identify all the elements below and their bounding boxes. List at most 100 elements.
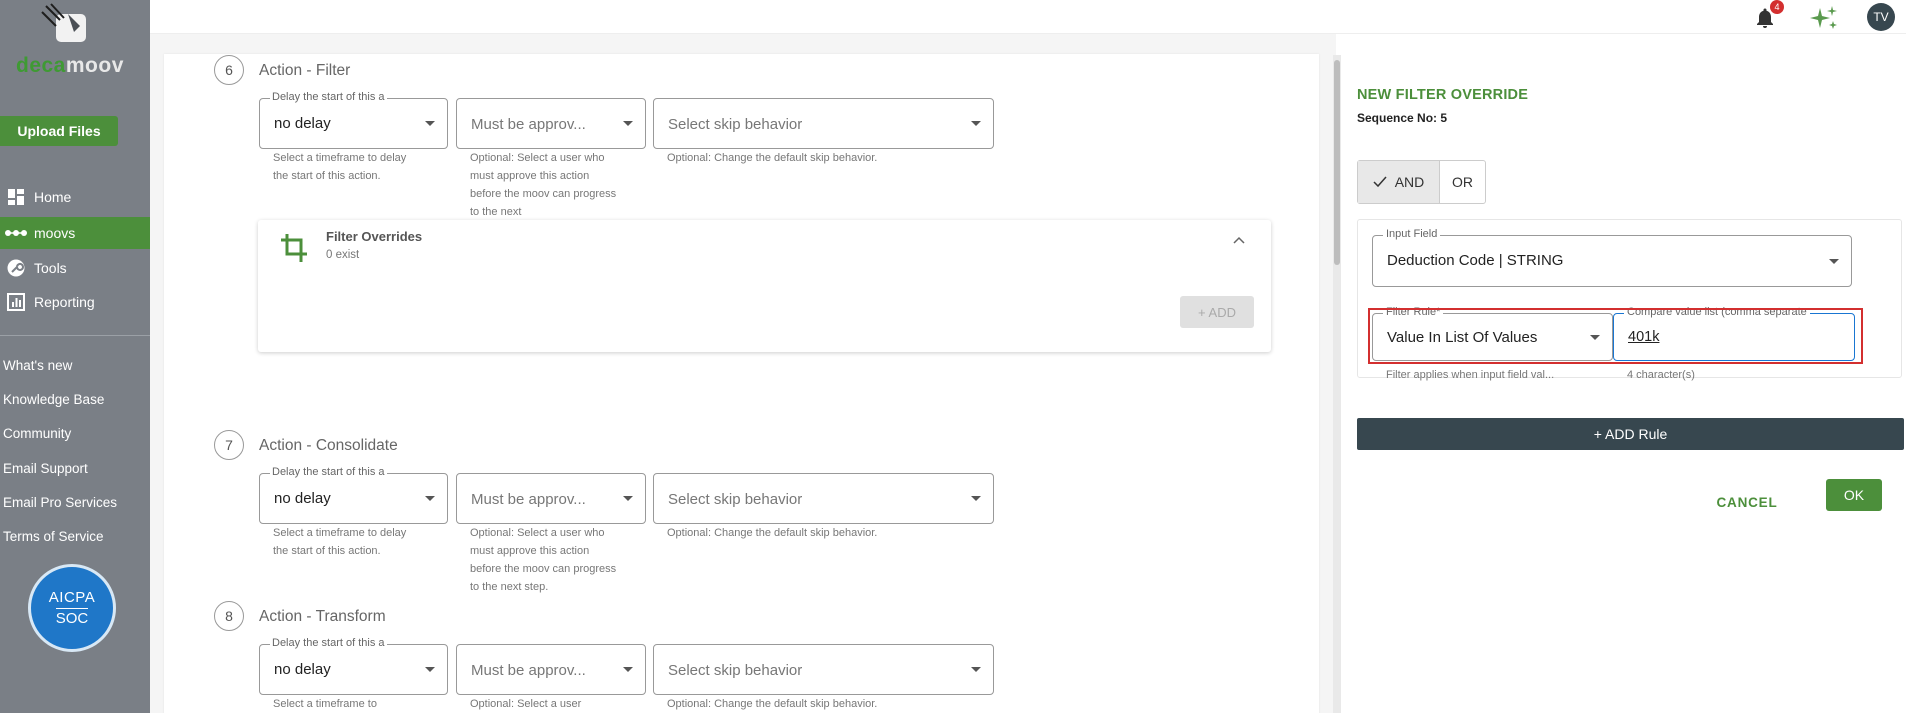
approver-help-text: Optional: Select a user bbox=[470, 698, 582, 710]
sidebar-item-label: moovs bbox=[34, 225, 76, 241]
cancel-button[interactable]: CANCEL bbox=[1709, 488, 1785, 516]
add-filter-override-button[interactable]: + ADD bbox=[1180, 296, 1254, 328]
filter-rule-help: Filter applies when input field val... bbox=[1386, 369, 1555, 381]
and-toggle-button[interactable]: AND bbox=[1358, 161, 1440, 203]
field-placeholder: Must be approv... bbox=[471, 491, 586, 508]
link-knowledge-base[interactable]: Knowledge Base bbox=[3, 392, 104, 407]
input-field-select[interactable]: Input Field Deduction Code | STRING bbox=[1372, 228, 1852, 287]
main-scrollbar-thumb[interactable] bbox=[1334, 60, 1340, 265]
chart-icon bbox=[4, 292, 28, 312]
dropdown-arrow-icon bbox=[971, 667, 981, 672]
link-terms-of-service[interactable]: Terms of Service bbox=[3, 529, 104, 544]
field-placeholder: Select skip behavior bbox=[668, 116, 803, 133]
sidebar-item-reporting[interactable]: Reporting bbox=[0, 286, 150, 318]
dashboard-icon bbox=[4, 187, 28, 207]
field-label: Delay the start of this a bbox=[270, 91, 387, 103]
field-value: no delay bbox=[274, 490, 331, 507]
approver-select[interactable]: Must be approv... bbox=[456, 644, 646, 695]
field-placeholder: Must be approv... bbox=[471, 662, 586, 679]
app-root: decamoov Upload Files Home moovs Tools R… bbox=[0, 0, 1906, 713]
field-value: no delay bbox=[274, 661, 331, 678]
panel-title: NEW FILTER OVERRIDE bbox=[1357, 87, 1529, 103]
or-label: OR bbox=[1452, 174, 1473, 190]
field-placeholder: Select skip behavior bbox=[668, 662, 803, 679]
delay-select[interactable]: Delay the start of this a no delay bbox=[259, 466, 448, 524]
badge-line2: SOC bbox=[55, 608, 89, 627]
dropdown-arrow-icon bbox=[623, 121, 633, 126]
link-email-support[interactable]: Email Support bbox=[3, 461, 88, 476]
dots-icon bbox=[4, 223, 28, 243]
logo[interactable]: decamoov bbox=[0, 0, 150, 80]
step-title: Action - Filter bbox=[259, 62, 351, 79]
field-label: Delay the start of this a bbox=[270, 466, 387, 478]
add-rule-button[interactable]: + ADD Rule bbox=[1357, 418, 1904, 450]
delay-help-text: Select a timeframe to delay the start of… bbox=[273, 152, 407, 182]
approver-help-text: Optional: Select a user who must approve… bbox=[470, 527, 617, 593]
field-value: Deduction Code | STRING bbox=[1387, 252, 1564, 269]
approver-help-text: Optional: Select a user who must approve… bbox=[470, 152, 617, 218]
step-title: Action - Consolidate bbox=[259, 437, 398, 454]
sidebar-item-label: Tools bbox=[34, 260, 67, 276]
sidebar-divider bbox=[0, 335, 150, 336]
dropdown-arrow-icon bbox=[1829, 259, 1839, 264]
skip-behavior-select[interactable]: Select skip behavior bbox=[653, 473, 994, 524]
skip-help-text: Optional: Change the default skip behavi… bbox=[667, 527, 878, 539]
crop-icon bbox=[281, 234, 307, 262]
skip-behavior-select[interactable]: Select skip behavior bbox=[653, 98, 994, 149]
field-placeholder: Select skip behavior bbox=[668, 491, 803, 508]
delay-help-text: Select a timeframe to delay the start of… bbox=[273, 527, 407, 557]
approver-select[interactable]: Must be approv... bbox=[456, 98, 646, 149]
highlight-box bbox=[1368, 308, 1863, 364]
ok-button[interactable]: OK bbox=[1826, 479, 1882, 511]
dropdown-arrow-icon bbox=[971, 496, 981, 501]
dropdown-arrow-icon bbox=[425, 121, 435, 126]
skip-help-text: Optional: Change the default skip behavi… bbox=[667, 152, 878, 164]
logo-text: decamoov bbox=[16, 54, 124, 78]
step-number: 7 bbox=[214, 430, 244, 460]
ai-sparkle-icon[interactable] bbox=[1808, 4, 1840, 32]
field-value: no delay bbox=[274, 115, 331, 132]
user-avatar[interactable]: TV bbox=[1867, 3, 1895, 31]
logo-text-green: deca bbox=[16, 54, 66, 77]
filter-override-panel: NEW FILTER OVERRIDE Sequence No: 5 AND O… bbox=[1341, 34, 1906, 713]
check-icon bbox=[1373, 176, 1387, 188]
sidebar-item-tools[interactable]: Tools bbox=[0, 252, 150, 284]
compare-char-count: 4 character(s) bbox=[1627, 369, 1695, 381]
dropdown-arrow-icon bbox=[425, 667, 435, 672]
dropdown-arrow-icon bbox=[425, 496, 435, 501]
aicpa-soc-badge: AICPA SOC bbox=[28, 564, 116, 652]
link-email-pro-services[interactable]: Email Pro Services bbox=[3, 495, 117, 510]
logo-text-white: moov bbox=[65, 54, 124, 77]
delay-select[interactable]: Delay the start of this a no delay bbox=[259, 637, 448, 695]
step-number: 8 bbox=[214, 601, 244, 631]
sidebar: decamoov Upload Files Home moovs Tools R… bbox=[0, 0, 150, 713]
link-community[interactable]: Community bbox=[3, 426, 71, 441]
sidebar-item-moovs[interactable]: moovs bbox=[0, 217, 150, 249]
approver-select[interactable]: Must be approv... bbox=[456, 473, 646, 524]
sequence-number: Sequence No: 5 bbox=[1357, 111, 1448, 125]
and-label: AND bbox=[1394, 174, 1425, 190]
sidebar-item-label: Reporting bbox=[34, 294, 95, 310]
sidebar-item-label: Home bbox=[34, 189, 72, 205]
link-whats-new[interactable]: What's new bbox=[3, 358, 72, 373]
chevron-up-icon[interactable] bbox=[1233, 236, 1245, 244]
step-number: 6 bbox=[214, 55, 244, 85]
delay-select[interactable]: Delay the start of this a no delay bbox=[259, 91, 448, 149]
logic-toggle-group: AND OR bbox=[1357, 160, 1486, 204]
sidebar-item-home[interactable]: Home bbox=[0, 181, 150, 213]
or-toggle-button[interactable]: OR bbox=[1440, 161, 1485, 203]
logo-mark-icon bbox=[41, 3, 86, 42]
step-title: Action - Transform bbox=[259, 608, 386, 625]
field-label: Delay the start of this a bbox=[270, 637, 387, 649]
upload-files-button[interactable]: Upload Files bbox=[0, 116, 118, 146]
dropdown-arrow-icon bbox=[971, 121, 981, 126]
skip-behavior-select[interactable]: Select skip behavior bbox=[653, 644, 994, 695]
field-placeholder: Must be approv... bbox=[471, 116, 586, 133]
delay-help-text: Select a timeframe to bbox=[273, 698, 377, 710]
dropdown-arrow-icon bbox=[623, 496, 633, 501]
skip-help-text: Optional: Change the default skip behavi… bbox=[667, 698, 878, 710]
dropdown-arrow-icon bbox=[623, 667, 633, 672]
filter-overrides-title: Filter Overrides bbox=[326, 229, 423, 244]
notification-count-badge: 4 bbox=[1770, 0, 1784, 14]
filter-overrides-panel: Filter Overrides 0 exist + ADD bbox=[258, 220, 1271, 352]
